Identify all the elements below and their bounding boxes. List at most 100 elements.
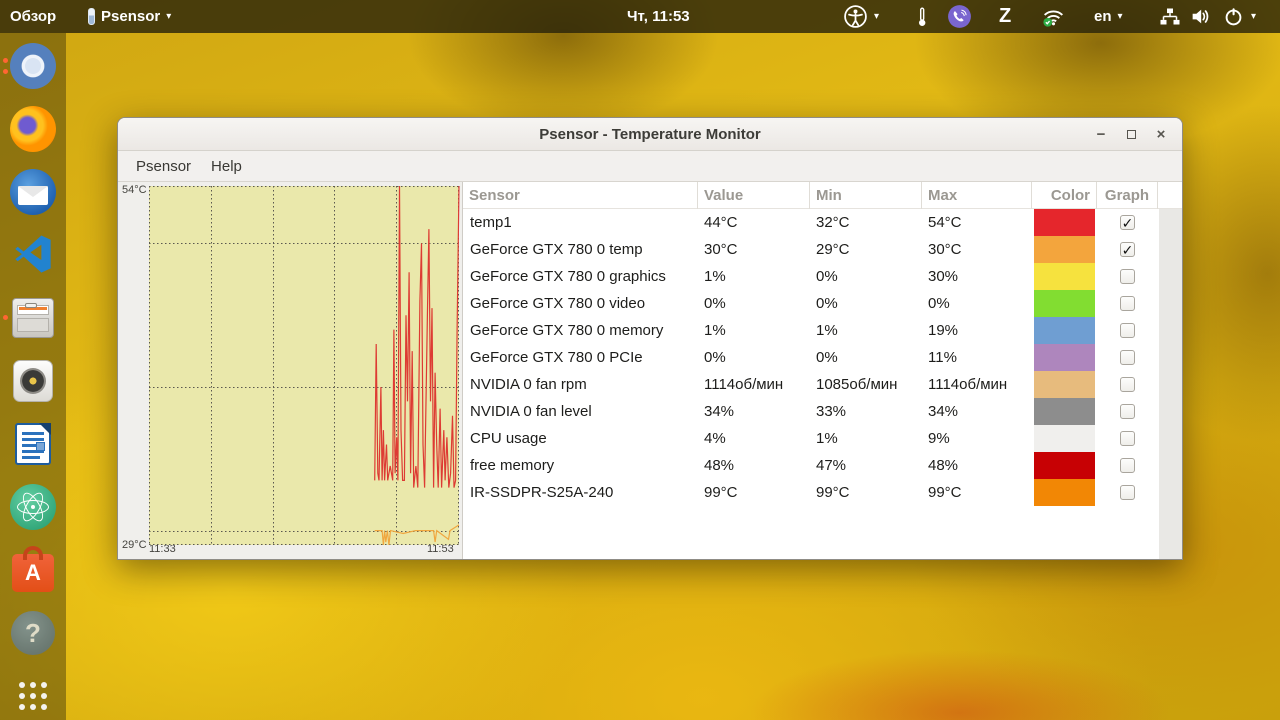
cell-sensor: IR-SSDPR-S25A-240 [470,484,614,501]
z-letter-icon: Z [999,5,1012,27]
graph-checkbox[interactable] [1120,485,1135,500]
dock-item-audio-player[interactable] [9,357,57,405]
dock-item-chromium[interactable] [3,42,57,90]
dock-item-firefox[interactable] [9,105,57,153]
table-row[interactable]: GeForce GTX 780 0 memory 1% 1% 19% [463,317,1182,344]
color-swatch[interactable] [1034,425,1095,452]
color-swatch[interactable] [1034,263,1095,290]
vscode-icon [15,235,51,273]
table-row[interactable]: NVIDIA 0 fan level 34% 33% 34% [463,398,1182,425]
keyboard-layout-menu[interactable]: en ▾ [1094,0,1123,33]
dock-item-libreoffice-writer[interactable] [9,420,57,468]
dock-item-vscode[interactable] [9,231,57,279]
cell-value: 48% [704,457,735,474]
close-button[interactable]: × [1146,121,1176,149]
cell-graph [1097,323,1158,338]
table-row[interactable]: GeForce GTX 780 0 temp 30°C 29°C 30°C ✓ [463,236,1182,263]
color-swatch[interactable] [1034,317,1095,344]
clock-label: Чт, 11:53 [627,8,690,25]
cell-sensor: GeForce GTX 780 0 temp [470,241,643,258]
table-row[interactable]: GeForce GTX 780 0 graphics 1% 0% 30% [463,263,1182,290]
table-row[interactable]: free memory 48% 47% 48% [463,452,1182,479]
color-swatch[interactable] [1034,452,1095,479]
psensor-indicator[interactable] [911,0,933,33]
cell-min: 32°C [816,214,850,231]
cell-sensor: temp1 [470,214,512,231]
graph-checkbox[interactable] [1120,458,1135,473]
cell-color [1032,452,1097,479]
chevron-down-icon: ▾ [1117,11,1123,22]
minimize-button[interactable]: − [1086,121,1116,149]
graph-checkbox[interactable] [1120,296,1135,311]
cell-value: 30°C [704,241,738,258]
cell-max: 11% [928,349,957,366]
table-row[interactable]: temp1 44°C 32°C 54°C ✓ [463,209,1182,236]
cell-graph [1097,269,1158,284]
cell-sensor: GeForce GTX 780 0 PCIe [470,349,643,366]
graph-checkbox[interactable] [1120,269,1135,284]
accessibility-icon [844,5,867,28]
dock-item-atom[interactable] [9,483,57,531]
cell-sensor: NVIDIA 0 fan level [470,403,592,420]
clock[interactable]: Чт, 11:53 [627,0,690,33]
menu-psensor[interactable]: Psensor [126,154,201,179]
color-swatch[interactable] [1034,371,1095,398]
graph-checkbox[interactable] [1120,350,1135,365]
dock-item-file-cabinet[interactable] [3,294,57,342]
color-swatch[interactable] [1034,479,1095,506]
dock-item-thunderbird[interactable] [9,168,57,216]
color-swatch[interactable] [1034,398,1095,425]
header-max: Max [922,182,1032,209]
dock-item-app-grid[interactable] [9,672,57,720]
volume-indicator[interactable] [1189,0,1214,33]
network-indicator[interactable] [1041,0,1066,33]
cell-min: 1% [816,430,838,447]
app-grid-icon [19,682,47,710]
file-cabinet-icon [12,298,54,338]
cell-color [1032,290,1097,317]
cell-max: 99°C [928,484,962,501]
color-swatch[interactable] [1034,344,1095,371]
cell-sensor: NVIDIA 0 fan rpm [470,376,587,393]
table-row[interactable]: NVIDIA 0 fan rpm 1114об/мин 1085об/мин 1… [463,371,1182,398]
wired-network-indicator[interactable] [1158,0,1182,33]
header-min: Min [810,182,922,209]
cell-min: 0% [816,295,838,312]
graph-checkbox[interactable]: ✓ [1120,242,1135,257]
temperature-graph-plot [149,185,460,546]
color-swatch[interactable] [1034,209,1095,236]
desktop-wallpaper: Обзор Psensor ▾ Чт, 11:53 ▾ Z en ▾ ▾ A ?… [0,0,1280,720]
graph-checkbox[interactable] [1120,323,1135,338]
cell-graph: ✓ [1097,215,1158,230]
menu-help[interactable]: Help [201,154,252,179]
close-icon: × [1156,126,1166,143]
speaker-icon [13,360,53,402]
color-swatch[interactable] [1034,290,1095,317]
viber-indicator[interactable] [946,0,973,33]
graph-checkbox[interactable] [1120,377,1135,392]
app-menu[interactable]: Psensor ▾ [88,0,171,33]
color-swatch[interactable] [1034,236,1095,263]
graph-checkbox[interactable]: ✓ [1120,215,1135,230]
zoiper-indicator[interactable]: Z [999,0,1011,33]
table-row[interactable]: GeForce GTX 780 0 PCIe 0% 0% 11% [463,344,1182,371]
header-color: Color [1032,182,1097,209]
language-label: en [1094,8,1112,25]
header-filler [1158,182,1182,209]
power-menu[interactable]: ▾ [1222,0,1256,33]
viber-phone-icon [948,5,971,28]
graph-checkbox[interactable] [1120,431,1135,446]
cell-color [1032,209,1097,236]
activities-button[interactable]: Обзор [10,0,56,33]
table-row[interactable]: GeForce GTX 780 0 video 0% 0% 0% [463,290,1182,317]
titlebar[interactable]: Psensor - Temperature Monitor − × [118,118,1182,151]
table-row[interactable]: IR-SSDPR-S25A-240 99°C 99°C 99°C [463,479,1182,506]
accessibility-menu[interactable]: ▾ [843,0,879,33]
maximize-button[interactable] [1116,121,1146,149]
psensor-app-icon [88,8,95,25]
dock-item-help[interactable]: ? [9,609,57,657]
chevron-down-icon: ▾ [166,11,172,22]
dock-item-ubuntu-software[interactable]: A [9,546,57,594]
table-row[interactable]: CPU usage 4% 1% 9% [463,425,1182,452]
graph-checkbox[interactable] [1120,404,1135,419]
